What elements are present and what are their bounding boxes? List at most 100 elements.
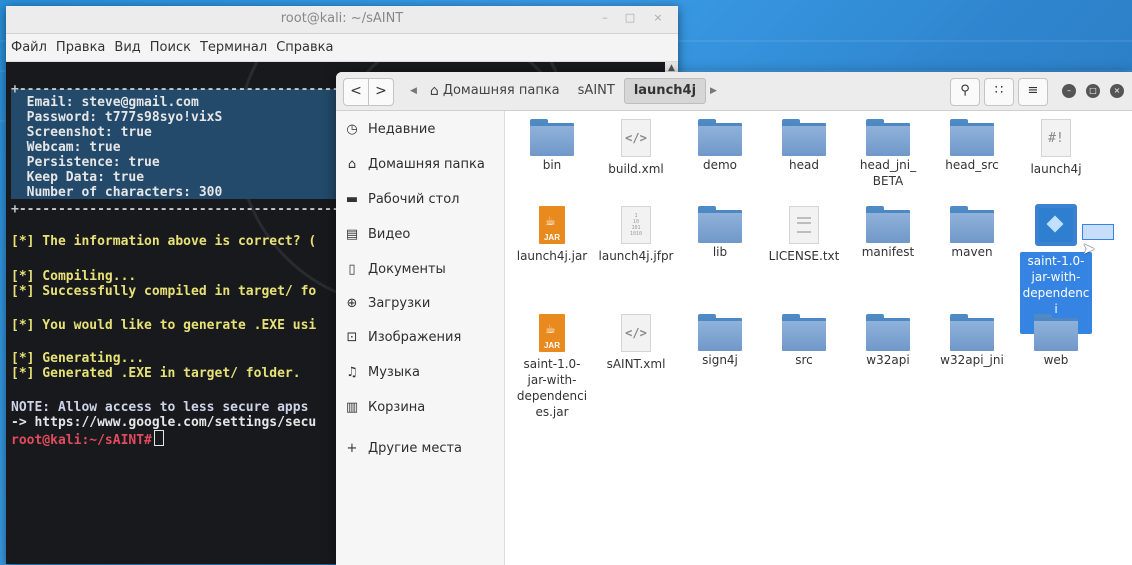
terminal-line: [*] You would like to generate .EXE usi [11,318,317,333]
xml-file-icon: </> [621,314,651,352]
file-item[interactable]: #! launch4j [1014,119,1098,177]
file-label: head_src [945,158,999,172]
sidebar-item-desktop[interactable]: ▬ Рабочий стол [344,187,460,211]
sidebar-item-pictures[interactable]: ⊡ Изображения [344,325,462,349]
file-label: w32api [866,353,910,367]
maximize-button[interactable]: □ [1086,84,1100,98]
file-label: maven [951,245,993,259]
forward-button[interactable]: > [368,79,393,105]
close-button[interactable]: × [651,11,665,24]
minimize-button[interactable]: – [598,11,612,24]
file-label: src [795,353,813,367]
sidebar-item-downloads[interactable]: ⊕ Загрузки [344,291,431,315]
file-item[interactable]: ☕ JAR saint-1.0- jar-with- dependenci es.… [510,314,594,420]
sidebar-item-home[interactable]: ⌂ Домашняя папка [344,152,485,176]
close-button[interactable]: × [1110,84,1124,98]
minimize-icon: – [1067,86,1071,95]
sidebar-item-documents[interactable]: ▯ Документы [344,257,445,281]
terminal-line: Email: steve@gmail.com [11,95,199,110]
file-item[interactable]: demo [678,119,762,173]
maximize-button[interactable]: □ [623,11,637,24]
view-options-button[interactable]: ∷ [984,78,1014,106]
menu-edit[interactable]: Правка [56,40,105,55]
file-label: launch4j.jfpr [598,249,674,263]
sidebar-item-label: Корзина [368,399,426,415]
file-item[interactable]: head_src [930,119,1014,173]
terminal-menubar: Файл Правка Вид Поиск Терминал Справка [6,34,678,62]
terminal-line: -> https://www.google.com/settings/secu [11,415,317,430]
sidebar-item-recent[interactable]: ◷ Недавние [344,117,435,141]
file-manager-header: < > ◀ ⌂ Домашняя папка sAINT launch4j ▶ ⚲… [336,72,1132,111]
file-item[interactable]: sign4j [678,314,762,368]
breadcrumb-home[interactable]: ⌂ Домашняя папка [421,79,569,103]
menu-file[interactable]: Файл [11,40,47,55]
file-label: web [1043,353,1069,367]
terminal-line: [*] Generated .EXE in target/ folder. [11,366,301,381]
file-item[interactable]: 1 10 101 1010 launch4j.jfpr [594,206,678,264]
sidebar-item-trash[interactable]: ▥ Корзина [344,395,425,419]
file-item[interactable]: head_jni_ BETA [846,119,930,189]
terminal-line: [*] Successfully compiled in target/ fo [11,284,317,299]
script-file-icon: #! [1041,119,1071,157]
file-label: demo [702,158,738,172]
menu-terminal[interactable]: Терминал [200,40,267,55]
menu-view[interactable]: Вид [114,40,140,55]
list-view-icon: ∷ [994,83,1004,98]
breadcrumb-label: Домашняя папка [442,83,560,98]
terminal-line: +---------------------------------------… [11,202,348,217]
sidebar-item-videos[interactable]: ▤ Видео [344,222,410,246]
file-item[interactable]: web [1014,314,1098,368]
file-item[interactable]: w32api_jni [930,314,1014,368]
selected-icon-highlight [1035,204,1077,246]
menu-help[interactable]: Справка [276,40,333,55]
terminal-line: Persistence: true [11,155,160,170]
search-button[interactable]: ⚲ [950,78,980,106]
folder-icon [866,119,910,156]
file-label: head [789,158,819,172]
breadcrumb-launch4j[interactable]: launch4j [623,78,707,104]
breadcrumb-left-icon[interactable]: ◀ [406,86,421,96]
folder-icon [1034,314,1078,351]
file-item[interactable]: bin [510,119,594,173]
file-label: build.xml [608,162,664,176]
file-manager-window[interactable]: < > ◀ ⌂ Домашняя папка sAINT launch4j ▶ ⚲… [336,72,1132,565]
file-item[interactable]: maven [930,206,1014,260]
terminal-line: Number of characters: 300 [11,185,223,200]
terminal-line: Webcam: true [11,140,121,155]
file-item[interactable]: </> build.xml [594,119,678,177]
download-icon: ⊕ [346,295,358,311]
sidebar: ◷ Недавние ⌂ Домашняя папка ▬ Рабочий стол … [336,111,505,565]
drag-selection-rect [1082,224,1114,240]
file-item[interactable]: lib [678,206,762,260]
breadcrumb-right-icon[interactable]: ▶ [706,86,721,96]
back-button[interactable]: < [344,79,368,105]
sidebar-item-label: Музыка [368,364,420,380]
file-item[interactable]: manifest [846,206,930,260]
sidebar-item-label: Рабочий стол [368,191,460,207]
sidebar-item-music[interactable]: ♫ Музыка [344,360,420,384]
menu-button[interactable]: ≡ [1018,78,1048,106]
terminal-prompt[interactable]: root@kali:~/sAINT# [11,430,164,448]
file-label: head_jni_ BETA [859,158,917,188]
exe-file-icon [1039,208,1073,242]
folder-icon [782,314,826,351]
folder-icon [698,119,742,156]
file-item[interactable]: </> sAINT.xml [594,314,678,372]
folder-icon [950,206,994,243]
menu-search[interactable]: Поиск [150,40,191,55]
terminal-title: root@kali: ~/sAINT [280,11,404,26]
java-cup-icon: ☕ [545,214,556,228]
file-item[interactable]: head [762,119,846,173]
file-item[interactable]: src [762,314,846,368]
image-icon: ⊡ [346,329,358,345]
minimize-button[interactable]: – [1062,84,1076,98]
sidebar-item-other-locations[interactable]: + Другие места [344,436,462,460]
file-item[interactable]: LICENSE.txt [762,206,846,264]
terminal-line: Screenshot: true [11,125,152,140]
file-item[interactable]: w32api [846,314,930,368]
file-label: sAINT.xml [606,357,666,371]
breadcrumb-saint[interactable]: sAINT [569,79,624,103]
terminal-titlebar[interactable]: root@kali: ~/sAINT – □ × [6,6,678,34]
file-item[interactable]: ☕ JAR launch4j.jar [510,206,594,264]
terminal-line: [*] Compiling... [11,269,137,284]
